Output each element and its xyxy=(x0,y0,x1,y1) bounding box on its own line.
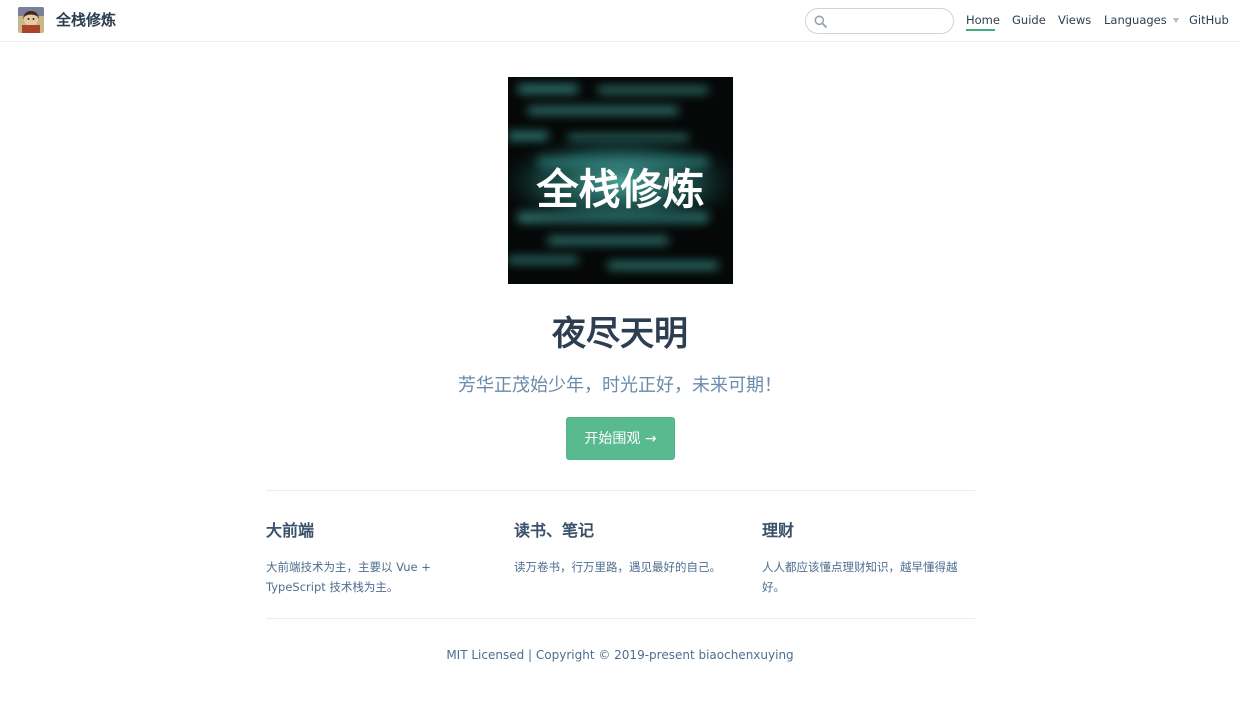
avatar-logo-icon xyxy=(18,7,44,33)
feature-details: 读万卷书，行万里路，遇见最好的自己。 xyxy=(514,560,721,574)
navbar: 全栈修炼 Home Guide Views Languages GitHub xyxy=(0,0,1240,42)
site-name[interactable]: 全栈修炼 xyxy=(56,9,116,30)
search-icon xyxy=(814,15,827,28)
hero-image: 全栈修炼 xyxy=(508,77,733,284)
search-box[interactable] xyxy=(805,8,954,34)
feature-frontend: 大前端 大前端技术为主，主要以 Vue + TypeScript 技术栈为主。 xyxy=(266,517,481,597)
nav-link-guide[interactable]: Guide xyxy=(1012,13,1046,27)
hero-image-text: 全栈修炼 xyxy=(535,165,704,214)
site-logo[interactable] xyxy=(18,7,44,33)
active-nav-indicator xyxy=(966,29,995,31)
hero-title: 夜尽天明 xyxy=(552,314,688,354)
feature-reading: 读书、笔记 读万卷书，行万里路，遇见最好的自己。 xyxy=(514,517,729,577)
feature-details: 大前端技术为主，主要以 Vue + TypeScript 技术栈为主。 xyxy=(266,560,431,594)
hero-banner-image: 全栈修炼 xyxy=(508,77,733,284)
divider-bottom xyxy=(266,618,975,619)
divider-top xyxy=(266,490,975,491)
chevron-down-icon xyxy=(1172,18,1179,23)
feature-title: 读书、笔记 xyxy=(514,521,595,540)
feature-finance: 理财 人人都应该懂点理财知识，越早懂得越好。 xyxy=(762,517,972,597)
nav-link-views[interactable]: Views xyxy=(1058,13,1091,27)
footer-text: MIT Licensed | Copyright © 2019-present … xyxy=(446,648,794,662)
nav-dropdown-languages[interactable]: Languages xyxy=(1104,13,1179,27)
feature-title: 理财 xyxy=(762,521,795,540)
nav-link-home[interactable]: Home xyxy=(966,13,1000,27)
nav-dropdown-label: Languages xyxy=(1104,13,1167,27)
feature-details: 人人都应该懂点理财知识，越早懂得越好。 xyxy=(762,560,958,594)
hero-description: 芳华正茂始少年，时光正好，未来可期！ xyxy=(458,375,782,396)
search-input[interactable] xyxy=(832,12,948,30)
feature-title: 大前端 xyxy=(266,521,315,540)
nav-link-github[interactable]: GitHub xyxy=(1189,13,1229,27)
get-started-button[interactable]: 开始围观 → xyxy=(566,417,675,460)
